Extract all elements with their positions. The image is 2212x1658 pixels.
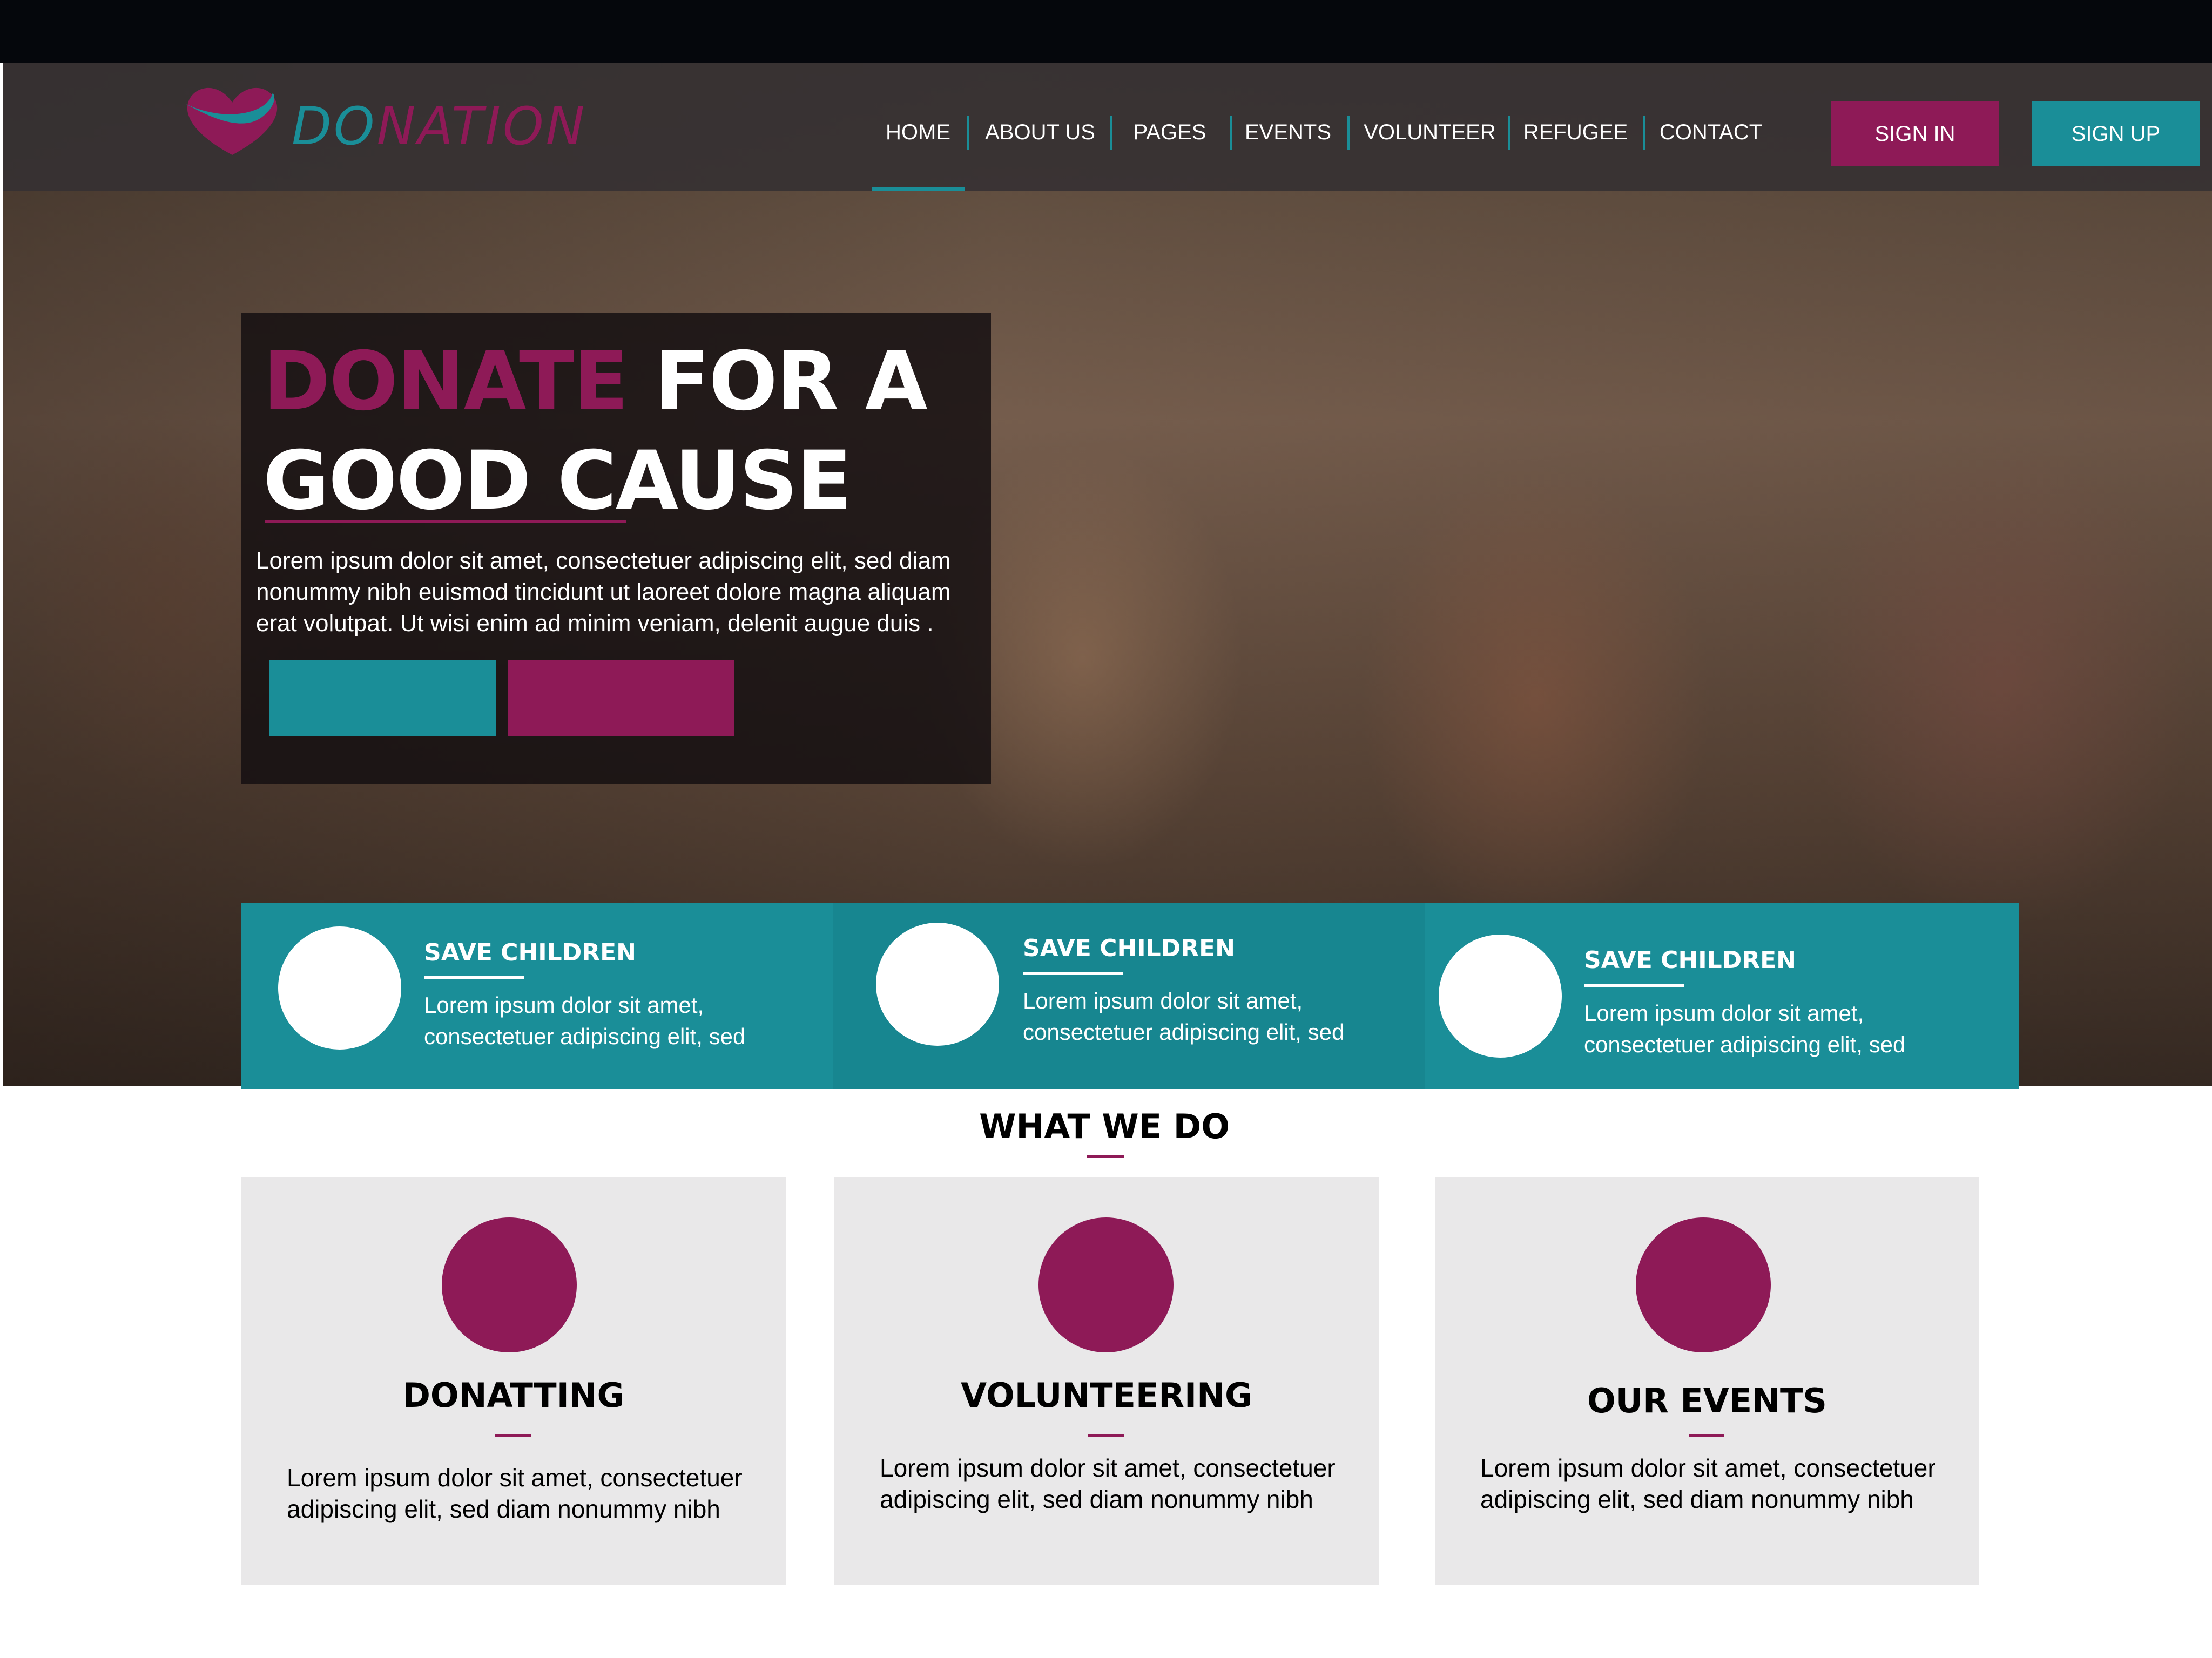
- card-title: OUR EVENTS: [1587, 1381, 1827, 1420]
- logo-word-part2: NATION: [376, 96, 587, 157]
- feature-title-underline: [1023, 972, 1123, 975]
- nav-divider: [1508, 116, 1510, 150]
- nav-divider: [1347, 116, 1350, 150]
- feature-icon-circle: [1439, 935, 1562, 1058]
- feature-title: SAVE CHILDREN: [1023, 935, 1235, 962]
- card-text: Lorem ipsum dolor sit amet, consectetuer…: [880, 1454, 1336, 1513]
- nav-divider: [967, 116, 969, 150]
- sign-up-button[interactable]: SIGN UP: [2032, 101, 2200, 166]
- nav-about-us[interactable]: ABOUT US: [983, 111, 1097, 154]
- feature-item[interactable]: SAVE CHILDREN Lorem ipsum dolor sit amet…: [1425, 903, 2019, 1089]
- site-logo[interactable]: DONATION: [181, 82, 584, 158]
- heart-swoosh-icon: [185, 87, 278, 155]
- service-card[interactable]: VOLUNTEERING Lorem ipsum dolor sit amet,…: [834, 1177, 1379, 1585]
- feature-icon-circle: [876, 923, 999, 1046]
- service-card[interactable]: OUR EVENTS Lorem ipsum dolor sit amet, c…: [1435, 1177, 1979, 1585]
- feature-icon-circle: [278, 926, 401, 1050]
- hero-title-line1-rest: FOR A: [627, 335, 928, 429]
- feature-item[interactable]: SAVE CHILDREN Lorem ipsum dolor sit amet…: [833, 903, 1425, 1089]
- nav-events[interactable]: EVENTS: [1245, 111, 1331, 154]
- feature-title-underline: [424, 976, 524, 979]
- hero-title-underline: [265, 520, 626, 523]
- feature-strip: SAVE CHILDREN Lorem ipsum dolor sit amet…: [241, 903, 2019, 1089]
- logo-word-part1: DO: [292, 96, 377, 157]
- hero-primary-button[interactable]: [269, 660, 496, 736]
- feature-title-underline: [1584, 984, 1684, 987]
- card-icon-circle: [1636, 1217, 1771, 1352]
- logo-wordmark: DONATION: [292, 96, 586, 157]
- feature-text: Lorem ipsum dolor sit amet, consectetuer…: [1023, 988, 1345, 1045]
- nav-divider: [1643, 116, 1645, 150]
- card-title: VOLUNTEERING: [961, 1376, 1252, 1415]
- feature-text: Lorem ipsum dolor sit amet, consectetuer…: [1584, 1000, 1906, 1057]
- nav-active-indicator: [872, 187, 965, 191]
- top-black-bar: [0, 0, 2212, 63]
- card-icon-circle: [442, 1217, 577, 1352]
- card-title-underline: [1689, 1434, 1724, 1437]
- hero-title-highlight: DONATE: [263, 335, 629, 429]
- feature-title: SAVE CHILDREN: [1584, 946, 1796, 974]
- nav-pages[interactable]: PAGES: [1129, 111, 1211, 154]
- card-text: Lorem ipsum dolor sit amet, consectetuer…: [287, 1464, 743, 1523]
- nav-divider: [1110, 116, 1112, 150]
- card-title-underline: [1088, 1434, 1124, 1437]
- card-icon-circle: [1038, 1217, 1174, 1352]
- card-title-underline: [495, 1434, 531, 1437]
- feature-title: SAVE CHILDREN: [424, 939, 636, 966]
- hero-secondary-button[interactable]: [508, 660, 734, 736]
- nav-divider: [1230, 116, 1232, 150]
- nav-contact[interactable]: CONTACT: [1657, 111, 1765, 154]
- section-title-underline: [1087, 1155, 1124, 1158]
- hero-title-line2: GOOD CAUSE: [263, 434, 852, 528]
- card-text: Lorem ipsum dolor sit amet, consectetuer…: [1480, 1454, 1936, 1513]
- feature-text: Lorem ipsum dolor sit amet, consectetuer…: [424, 992, 746, 1049]
- nav-refugee[interactable]: REFUGEE: [1523, 111, 1628, 154]
- card-title: DONATTING: [402, 1376, 625, 1415]
- feature-item[interactable]: SAVE CHILDREN Lorem ipsum dolor sit amet…: [241, 903, 833, 1089]
- sign-in-button[interactable]: SIGN IN: [1831, 101, 1999, 166]
- service-card[interactable]: DONATTING Lorem ipsum dolor sit amet, co…: [241, 1177, 786, 1585]
- nav-home[interactable]: HOME: [872, 111, 965, 154]
- hero-title: DONATE FOR A GOOD CAUSE: [263, 332, 987, 531]
- nav-volunteer[interactable]: VOLUNTEER: [1364, 111, 1496, 154]
- section-title: WHAT WE DO: [979, 1107, 1230, 1146]
- hero-description: Lorem ipsum dolor sit amet, consectetuer…: [256, 547, 951, 637]
